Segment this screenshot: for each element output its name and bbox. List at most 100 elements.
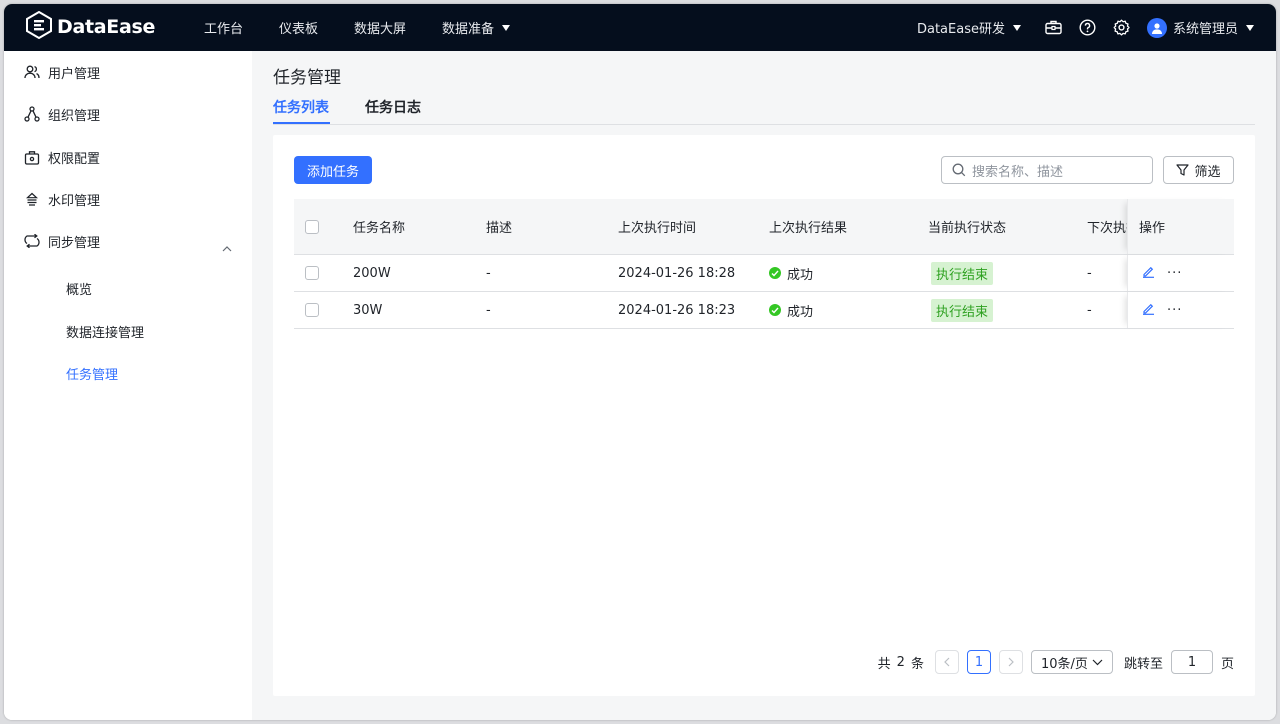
chevron-up-icon[interactable]	[222, 241, 232, 256]
org-tree-icon	[24, 106, 40, 122]
lock-box-icon	[24, 149, 40, 165]
help-icon[interactable]	[1079, 19, 1097, 37]
table-row: 30W - 2024-01-26 18:23 成功 执行结束 - ···	[294, 292, 1234, 329]
sidebar-item-label: 水印管理	[48, 193, 101, 209]
org-switcher[interactable]: DataEase研发	[917, 18, 1021, 37]
total-prefix: 共	[877, 656, 891, 672]
select-all-checkbox[interactable]	[305, 219, 319, 234]
page-unit: 页	[1220, 656, 1234, 672]
user-name: 系统管理员	[1172, 22, 1238, 37]
search-icon	[952, 163, 966, 177]
task-name: 30W	[353, 302, 383, 318]
task-desc: -	[486, 302, 491, 318]
filter-icon	[1176, 164, 1190, 176]
next-exec: -	[1087, 265, 1092, 281]
last-exec-result: 成功	[769, 255, 813, 291]
nav-data-prepare-label: 数据准备	[442, 22, 495, 37]
nav-data-prepare[interactable]: 数据准备	[442, 18, 511, 37]
page-title: 任务管理	[273, 68, 341, 88]
total-count: 2	[896, 654, 905, 670]
task-name: 200W	[353, 265, 391, 281]
gear-icon[interactable]	[1113, 19, 1131, 37]
page-size-value: 10条/页	[1041, 656, 1088, 672]
avatar	[1146, 17, 1167, 38]
col-last-time: 上次执行时间	[618, 221, 697, 236]
row-operations: ···	[1127, 255, 1234, 291]
result-text: 成功	[787, 267, 814, 283]
col-desc: 描述	[486, 221, 513, 236]
sidebar-subitem-tasks[interactable]: 任务管理	[66, 364, 118, 383]
sidebar-item-label: 权限配置	[48, 151, 101, 167]
logo[interactable]: DataEase	[26, 10, 156, 43]
more-icon[interactable]: ···	[1167, 266, 1182, 281]
caret-down-icon	[1012, 24, 1021, 31]
tab-bar: 任务列表 任务日志	[273, 97, 1255, 125]
edit-icon[interactable]	[1142, 265, 1155, 282]
nav-workbench[interactable]: 工作台	[204, 18, 243, 37]
dataease-logo-icon	[26, 10, 52, 43]
caret-down-icon	[502, 24, 511, 31]
row-checkbox[interactable]	[305, 266, 319, 280]
sidebar-item-sync[interactable]: 同步管理	[24, 231, 100, 251]
row-operations: ···	[1127, 292, 1234, 328]
filter-button[interactable]: 筛选	[1163, 156, 1234, 184]
next-page-button[interactable]	[998, 650, 1023, 674]
col-operations: 操作	[1139, 221, 1166, 236]
search-input[interactable]: 搜索名称、描述	[941, 156, 1153, 184]
toolbox-icon[interactable]	[1045, 19, 1063, 37]
sidebar-item-users[interactable]: 用户管理	[24, 62, 100, 82]
watermark-icon	[24, 191, 40, 207]
prev-page-button[interactable]	[934, 650, 959, 674]
table-header: 任务名称 描述 上次执行时间 上次执行结果 当前执行状态 下次执行 操作	[294, 199, 1234, 255]
more-icon[interactable]: ···	[1167, 303, 1182, 318]
tab-active-indicator	[273, 122, 330, 124]
last-exec-result: 成功	[769, 292, 813, 328]
row-checkbox[interactable]	[305, 303, 319, 317]
add-task-button[interactable]: 添加任务	[294, 156, 372, 184]
sidebar: 用户管理 组织管理 权限配置 水印管理 同步管理 概览 数据连接管理 任务管理	[4, 51, 252, 720]
nav-data-screen[interactable]: 数据大屏	[354, 18, 406, 37]
tab-task-list[interactable]: 任务列表	[273, 97, 329, 117]
sidebar-subitem-datasource[interactable]: 数据连接管理	[66, 322, 144, 341]
last-exec-time: 2024-01-26 18:23	[618, 302, 736, 318]
sidebar-subitem-overview[interactable]: 概览	[66, 279, 92, 298]
sidebar-item-label: 用户管理	[48, 66, 101, 82]
user-menu[interactable]: 系统管理员	[1146, 17, 1254, 38]
task-desc: -	[486, 265, 491, 281]
col-status: 当前执行状态	[928, 221, 1007, 236]
col-last-result: 上次执行结果	[769, 221, 848, 236]
chevron-left-icon	[944, 657, 950, 667]
next-exec: -	[1087, 302, 1092, 318]
col-name: 任务名称	[353, 221, 406, 236]
edit-icon[interactable]	[1142, 302, 1155, 319]
page-button-current[interactable]: 1	[966, 650, 991, 674]
success-check-icon	[769, 267, 781, 279]
chevron-right-icon	[1008, 657, 1014, 667]
sidebar-item-permission[interactable]: 权限配置	[24, 147, 100, 167]
status-badge: 执行结束	[931, 298, 994, 322]
pagination: 共 2 条 1 10条/页 跳转至 1 页	[878, 650, 1255, 674]
main-nav: 工作台 仪表板 数据大屏 数据准备	[204, 4, 546, 51]
logo-text: DataEase	[57, 16, 156, 38]
tab-task-log[interactable]: 任务日志	[365, 97, 421, 117]
sidebar-item-label: 同步管理	[48, 235, 101, 251]
nav-dashboard[interactable]: 仪表板	[279, 18, 318, 37]
top-right-tools: DataEase研发 系统管理员	[917, 4, 1254, 51]
col-operations-sticky: 操作	[1127, 199, 1234, 254]
page-size-select[interactable]: 10条/页	[1030, 650, 1113, 674]
sidebar-item-org[interactable]: 组织管理	[24, 104, 100, 124]
last-exec-time: 2024-01-26 18:28	[618, 265, 736, 281]
sidebar-item-label: 组织管理	[48, 108, 101, 124]
top-navbar: DataEase 工作台 仪表板 数据大屏 数据准备 DataEase研发 系统…	[4, 4, 1276, 51]
sidebar-item-watermark[interactable]: 水印管理	[24, 189, 100, 209]
main-content: 任务管理 任务列表 任务日志 添加任务 搜索名称、描述 筛选 任务名称 描述 上…	[252, 51, 1276, 720]
search-placeholder: 搜索名称、描述	[972, 164, 1064, 180]
task-table: 任务名称 描述 上次执行时间 上次执行结果 当前执行状态 下次执行 操作 200…	[294, 199, 1234, 329]
org-name: DataEase研发	[916, 22, 1005, 37]
success-check-icon	[769, 304, 781, 316]
result-text: 成功	[787, 304, 814, 320]
caret-down-icon	[1246, 24, 1254, 31]
task-panel: 添加任务 搜索名称、描述 筛选 任务名称 描述 上次执行时间 上次执行结果 当前…	[273, 135, 1255, 696]
jump-page-input[interactable]: 1	[1170, 650, 1213, 674]
status-badge: 执行结束	[931, 261, 994, 285]
